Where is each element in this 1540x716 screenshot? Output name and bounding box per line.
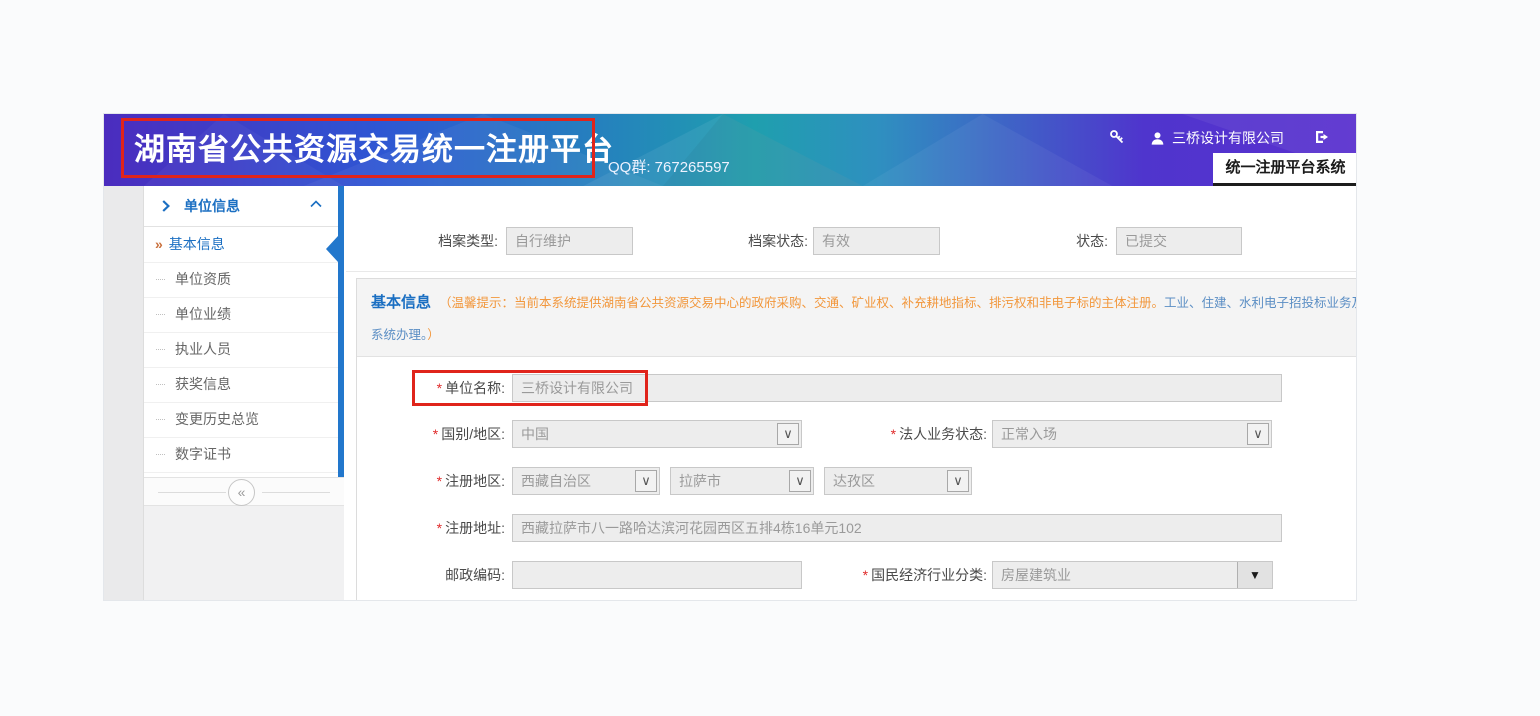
qq-group-label: QQ群: 767265597 [608,156,730,177]
sidebar-item-digital-certificate[interactable]: 数字证书 [144,437,338,473]
collapse-icon: « [228,479,255,506]
tree-tick [156,349,165,350]
app-header: 湖南省公共资源交易统一注册平台 QQ群: 767265597 三桥设计有限公司 [104,114,1356,186]
user-company-label: 三桥设计有限公司 [1172,128,1284,148]
address-label: *注册地址: [357,513,505,543]
chevron-down-icon[interactable]: ∨ [777,423,799,445]
sidebar-item-basic-info[interactable]: » 基本信息 [144,227,338,263]
collapse-line [158,492,226,493]
required-mark: * [891,426,896,442]
status-label: 状态: [1008,226,1108,256]
chevron-down-icon[interactable]: ∨ [789,470,811,492]
required-mark: * [437,473,442,489]
form-row-region: *注册地区: 西藏自治区 ∨ 拉萨市 ∨ 达孜区 ∨ [357,466,1357,496]
sidebar-accent-bar [338,186,344,479]
logout-icon[interactable] [1314,129,1330,145]
chevron-down-icon[interactable]: ∨ [635,470,657,492]
sidebar-collapse-button[interactable]: « [144,477,344,506]
postal-code-input[interactable] [512,561,802,589]
dropdown-triangle-icon[interactable]: ▼ [1237,562,1272,588]
required-mark: * [437,520,442,536]
province-select[interactable]: 西藏自治区 ∨ [512,467,660,495]
sidebar-group-unit-info[interactable]: 单位信息 [144,186,338,227]
tree-tick [156,314,165,315]
chevron-up-icon [310,200,322,208]
tree-tick [156,454,165,455]
sidebar-item-label: 数字证书 [175,446,231,462]
chevron-down-icon[interactable]: ∨ [1247,423,1269,445]
postal-code-label: 邮政编码: [357,560,505,590]
app-frame: 湖南省公共资源交易统一注册平台 QQ群: 767265597 三桥设计有限公司 … [103,113,1357,601]
form-row-address: *注册地址: 西藏拉萨市八一路哈达滨河花园西区五排4栋16单元102 [357,513,1357,543]
active-marker: » [155,236,163,252]
status-field[interactable]: 已提交 [1116,227,1242,255]
sidebar-rail [104,186,144,601]
sidebar-item-label: 单位资质 [175,271,231,287]
district-select[interactable]: 达孜区 ∨ [824,467,972,495]
city-select[interactable]: 拉萨市 ∨ [670,467,814,495]
sidebar-item-unit-qualification[interactable]: 单位资质 [144,262,338,298]
sidebar-item-label: 获奖信息 [175,376,231,392]
required-mark: * [863,567,868,583]
tab-unified-registration-system[interactable]: 统一注册平台系统 [1213,153,1357,186]
sidebar-item-label: 变更历史总览 [175,411,259,427]
industry-select[interactable]: 房屋建筑业 ▼ [992,561,1273,589]
notice-text-blue: 系统办理。 [371,328,427,342]
notice-text-blue: 工业、住建、水利电子招投标业务及医药相关业务，请到对应的交易 [1164,296,1357,310]
archive-type-label: 档案类型: [398,226,498,256]
annotation-box-title [121,118,595,178]
key-icon[interactable] [1109,129,1125,145]
region-label: *注册地区: [357,466,505,496]
active-item-pointer [326,236,338,262]
sidebar-item-awards[interactable]: 获奖信息 [144,367,338,403]
tree-tick [156,419,165,420]
notice-text-orange: （温馨提示：当前本系统提供湖南省公共资源交易中心的政府采购、交通、矿业权、补充耕… [439,296,1164,310]
tree-tick [156,279,165,280]
sidebar-item-change-history[interactable]: 变更历史总览 [144,402,338,438]
industry-label: *国民经济行业分类: [827,560,987,590]
chevron-down-icon[interactable]: ∨ [947,470,969,492]
user-menu[interactable]: 三桥设计有限公司 [1150,128,1284,148]
form-row-postal-industry: 邮政编码: *国民经济行业分类: 房屋建筑业 ▼ [357,560,1357,590]
sidebar-item-unit-performance[interactable]: 单位业绩 [144,297,338,333]
panel-title: 基本信息 [371,294,431,311]
tree-tick [156,384,165,385]
legal-status-label: *法人业务状态: [827,419,987,449]
basic-info-panel: 基本信息 （温馨提示：当前本系统提供湖南省公共资源交易中心的政府采购、交通、矿业权… [356,278,1357,601]
sidebar-item-practitioners[interactable]: 执业人员 [144,332,338,368]
sidebar-group-label: 单位信息 [184,198,240,214]
sidebar-footer-fill [144,506,344,601]
collapse-line [262,492,330,493]
panel-header: 基本信息 （温馨提示：当前本系统提供湖南省公共资源交易中心的政府采购、交通、矿业权… [357,279,1357,357]
user-icon [1150,131,1165,146]
annotation-box-unit-name [412,370,648,406]
sidebar-item-label: 基本信息 [169,236,225,252]
country-select[interactable]: 中国 ∨ [512,420,802,448]
form-row-country: *国别/地区: 中国 ∨ *法人业务状态: 正常入场 ∨ [357,419,1357,449]
legal-status-select[interactable]: 正常入场 ∨ [992,420,1272,448]
section-divider [346,271,1357,272]
country-label: *国别/地区: [357,419,505,449]
sidebar-item-label: 执业人员 [175,341,231,357]
chevron-right-icon [162,200,170,212]
archive-type-field[interactable]: 自行维护 [506,227,633,255]
notice-close-paren: ） [427,328,440,342]
address-input[interactable]: 西藏拉萨市八一路哈达滨河花园西区五排4栋16单元102 [512,514,1282,542]
required-mark: * [433,426,438,442]
archive-status-label: 档案状态: [708,226,808,256]
sidebar-item-label: 单位业绩 [175,306,231,322]
archive-status-field[interactable]: 有效 [813,227,940,255]
